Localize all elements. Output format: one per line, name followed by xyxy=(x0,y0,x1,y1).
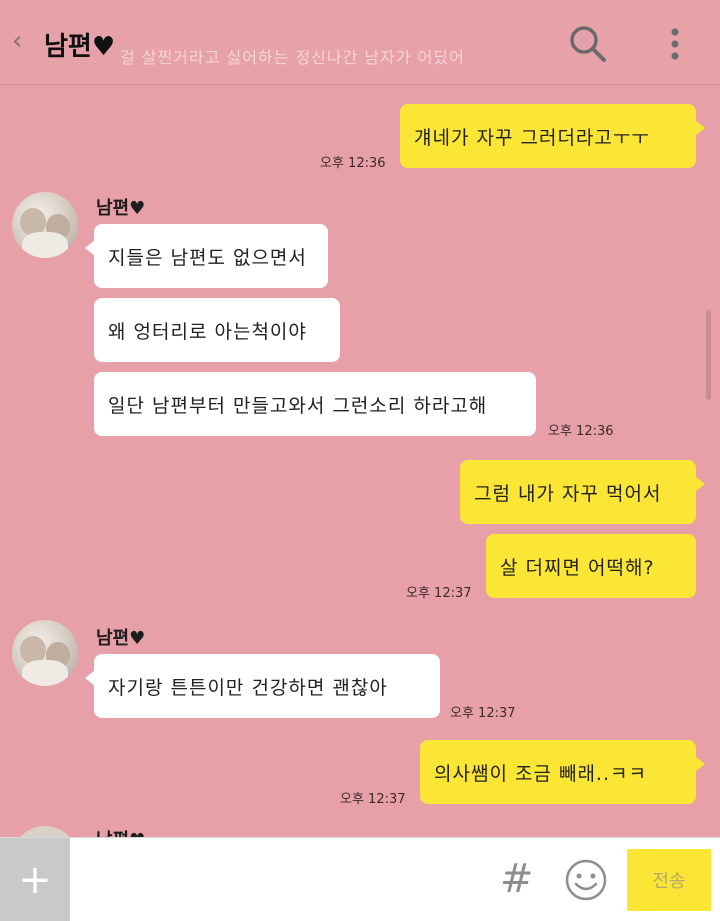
partner-message-bubble[interactable]: 일단 남편부터 만들고와서 그런소리 하라고해 xyxy=(94,372,536,436)
send-button[interactable]: 전송 xyxy=(627,849,711,911)
message-time: 오후 12:36 xyxy=(320,156,386,171)
chat-header: ‹ 남편♥ 걸 살찐거라고 싫어하는 정신나간 남자가 어딨어 xyxy=(0,0,720,85)
message-time: 오후 12:36 xyxy=(548,424,614,439)
message-text: 왜 엉터리로 아는척이야 xyxy=(108,320,307,343)
message-text: 일단 남편부터 만들고와서 그런소리 하라고해 xyxy=(108,394,488,417)
input-bar: + # 전송 xyxy=(0,837,720,921)
partner-message-bubble[interactable]: 왜 엉터리로 아는척이야 xyxy=(94,298,340,362)
message-text: 걔네가 자꾸 그러더라고ㅜㅜ xyxy=(414,126,650,149)
chevron-left-icon[interactable]: ‹ xyxy=(12,26,22,56)
message-text: 지들은 남편도 없으면서 xyxy=(108,246,307,269)
avatar[interactable] xyxy=(12,620,78,686)
message-text: 그럼 내가 자꾸 먹어서 xyxy=(474,482,662,505)
search-icon[interactable] xyxy=(568,24,608,64)
partner-message-bubble[interactable]: 지들은 남편도 없으면서 xyxy=(85,224,328,288)
partner-message-bubble[interactable]: 자기랑 튼튼이만 건강하면 괜찮아 xyxy=(85,654,440,718)
my-message-bubble[interactable]: 걔네가 자꾸 그러더라고ㅜㅜ xyxy=(400,104,705,168)
more-vertical-icon[interactable] xyxy=(664,24,686,64)
my-message-bubble[interactable]: 의사쌤이 조금 빼래..ㅋㅋ xyxy=(420,740,705,804)
message-time: 오후 12:37 xyxy=(340,792,406,807)
chat-title: 남편♥ xyxy=(44,32,116,62)
message-text: 자기랑 튼튼이만 건강하면 괜찮아 xyxy=(108,676,388,699)
message-time: 오후 12:37 xyxy=(406,586,472,601)
message-text: 의사쌤이 조금 빼래..ㅋㅋ xyxy=(434,762,647,785)
message-text: 살 더찌면 어떡해? xyxy=(500,556,655,579)
sender-name: 남편♥ xyxy=(96,198,146,219)
my-message-bubble[interactable]: 살 더찌면 어떡해? xyxy=(486,534,696,598)
scrollbar[interactable] xyxy=(706,310,711,400)
my-message-bubble[interactable]: 그럼 내가 자꾸 먹어서 xyxy=(460,460,705,524)
sender-name: 남편♥ xyxy=(96,628,146,649)
message-input[interactable] xyxy=(80,852,484,908)
attach-button[interactable]: + xyxy=(0,838,70,921)
ghost-header-text: 걸 살찐거라고 싫어하는 정신나간 남자가 어딨어 xyxy=(120,48,465,67)
message-time: 오후 12:37 xyxy=(450,706,516,721)
hash-icon[interactable]: # xyxy=(500,856,534,902)
smiley-icon[interactable] xyxy=(564,858,608,902)
avatar[interactable] xyxy=(12,192,78,258)
